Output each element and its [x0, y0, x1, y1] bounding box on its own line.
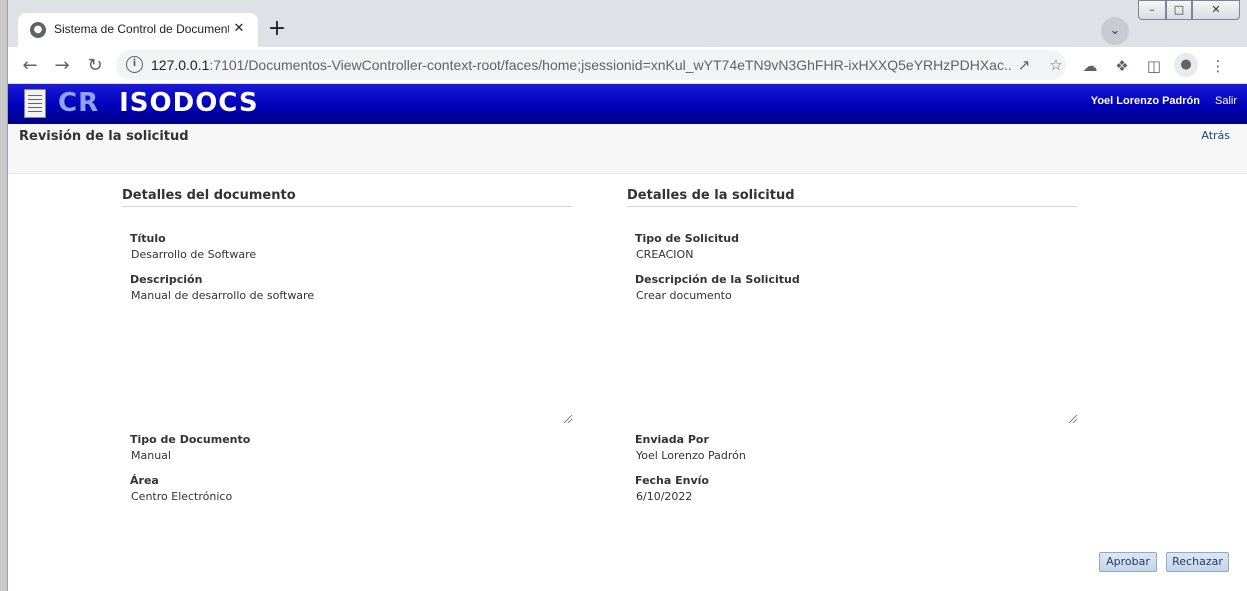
- extension-cloud-icon[interactable]: ☁: [1077, 53, 1103, 79]
- descripcion-value: Manual de desarrollo de software: [131, 289, 315, 302]
- logo-name: ISODOCS: [119, 88, 259, 118]
- descripcion-solicitud-label: Descripción de la Solicitud: [635, 273, 800, 286]
- logo-cr: CR: [58, 88, 100, 118]
- tipo-solicitud-label: Tipo de Solicitud: [635, 232, 739, 245]
- url-path: :7101/Documentos-ViewController-context-…: [209, 57, 1011, 73]
- tab-title: Sistema de Control de Documentos: [54, 22, 229, 36]
- document-logo-icon: [24, 89, 46, 118]
- descripcion-solicitud-textarea[interactable]: Crear documento: [635, 289, 1077, 423]
- approve-button[interactable]: Aprobar: [1099, 552, 1157, 572]
- browser-toolbar: ← → ↻ i 127.0.0.1:7101/Documentos-ViewCo…: [8, 47, 1247, 84]
- url-text[interactable]: 127.0.0.1:7101/Documentos-ViewController…: [151, 57, 1011, 73]
- share-icon[interactable]: ↗: [1013, 55, 1035, 75]
- user-name: Yoel Lorenzo Padrón: [1090, 95, 1200, 107]
- area-label: Área: [130, 474, 159, 487]
- app-header: CR ISODOCS Yoel Lorenzo Padrón Salir: [8, 84, 1247, 124]
- bookmark-star-icon[interactable]: ☆: [1045, 55, 1067, 75]
- document-details-section: Detalles del documento Título Desarrollo…: [122, 188, 572, 503]
- resize-grip-icon[interactable]: [1069, 415, 1077, 423]
- minimize-button[interactable]: –: [1138, 0, 1166, 20]
- site-info-icon[interactable]: i: [126, 56, 143, 73]
- fecha-envio-label: Fecha Envío: [635, 474, 709, 487]
- titulo-value: Desarrollo de Software: [131, 248, 257, 261]
- page-title: Revisión de la solicitud: [19, 129, 189, 144]
- descripcion-solicitud-value: Crear documento: [636, 289, 732, 302]
- menu-kebab-icon[interactable]: ⋮: [1205, 53, 1231, 79]
- titulo-label: Título: [130, 232, 166, 245]
- reject-button[interactable]: Rechazar: [1166, 552, 1229, 572]
- back-link[interactable]: Atrás: [1201, 129, 1230, 142]
- tipo-solicitud-value: CREACION: [636, 248, 694, 261]
- logout-link[interactable]: Salir: [1215, 95, 1237, 107]
- maximize-button[interactable]: □: [1166, 0, 1192, 20]
- descripcion-label: Descripción: [130, 273, 203, 286]
- back-arrow-icon[interactable]: ←: [17, 53, 43, 79]
- address-bar[interactable]: i 127.0.0.1:7101/Documentos-ViewControll…: [116, 50, 1066, 80]
- tipo-documento-value: Manual: [131, 449, 171, 462]
- new-tab-button[interactable]: +: [264, 17, 290, 43]
- browser-window: ● Sistema de Control de Documentos ✕ + ⌄…: [7, 0, 1247, 591]
- enviada-por-value: Yoel Lorenzo Padrón: [636, 449, 746, 462]
- app-logo: CR ISODOCS: [58, 88, 259, 118]
- resize-grip-icon[interactable]: [564, 415, 572, 423]
- page-content: CR ISODOCS Yoel Lorenzo Padrón Salir Revi…: [8, 84, 1247, 591]
- close-window-button[interactable]: ✕: [1192, 0, 1240, 20]
- forward-arrow-icon[interactable]: →: [49, 53, 75, 79]
- profile-avatar-icon[interactable]: ●: [1174, 53, 1198, 77]
- browser-tab[interactable]: ● Sistema de Control de Documentos ✕: [18, 13, 258, 47]
- page-subheader: Revisión de la solicitud Atrás: [8, 124, 1247, 174]
- descripcion-textarea[interactable]: Manual de desarrollo de software: [130, 289, 572, 423]
- url-host: 127.0.0.1: [151, 57, 210, 73]
- document-details-title: Detalles del documento: [122, 188, 572, 207]
- tab-strip: ● Sistema de Control de Documentos ✕ + ⌄…: [8, 0, 1247, 47]
- fecha-envio-value: 6/10/2022: [636, 490, 693, 503]
- puzzle-extensions-icon[interactable]: ❖: [1109, 53, 1135, 79]
- tipo-documento-label: Tipo de Documento: [130, 433, 251, 446]
- reload-icon[interactable]: ↻: [82, 53, 108, 79]
- close-tab-icon[interactable]: ✕: [230, 20, 248, 38]
- tab-search-icon[interactable]: ⌄: [1101, 17, 1129, 45]
- request-details-section: Detalles de la solicitud Tipo de Solicit…: [627, 188, 1077, 503]
- enviada-por-label: Enviada Por: [635, 433, 709, 446]
- globe-icon: ●: [30, 22, 46, 38]
- side-panel-icon[interactable]: ◫: [1141, 53, 1167, 79]
- area-value: Centro Electrónico: [131, 490, 233, 503]
- request-details-title: Detalles de la solicitud: [627, 188, 1077, 207]
